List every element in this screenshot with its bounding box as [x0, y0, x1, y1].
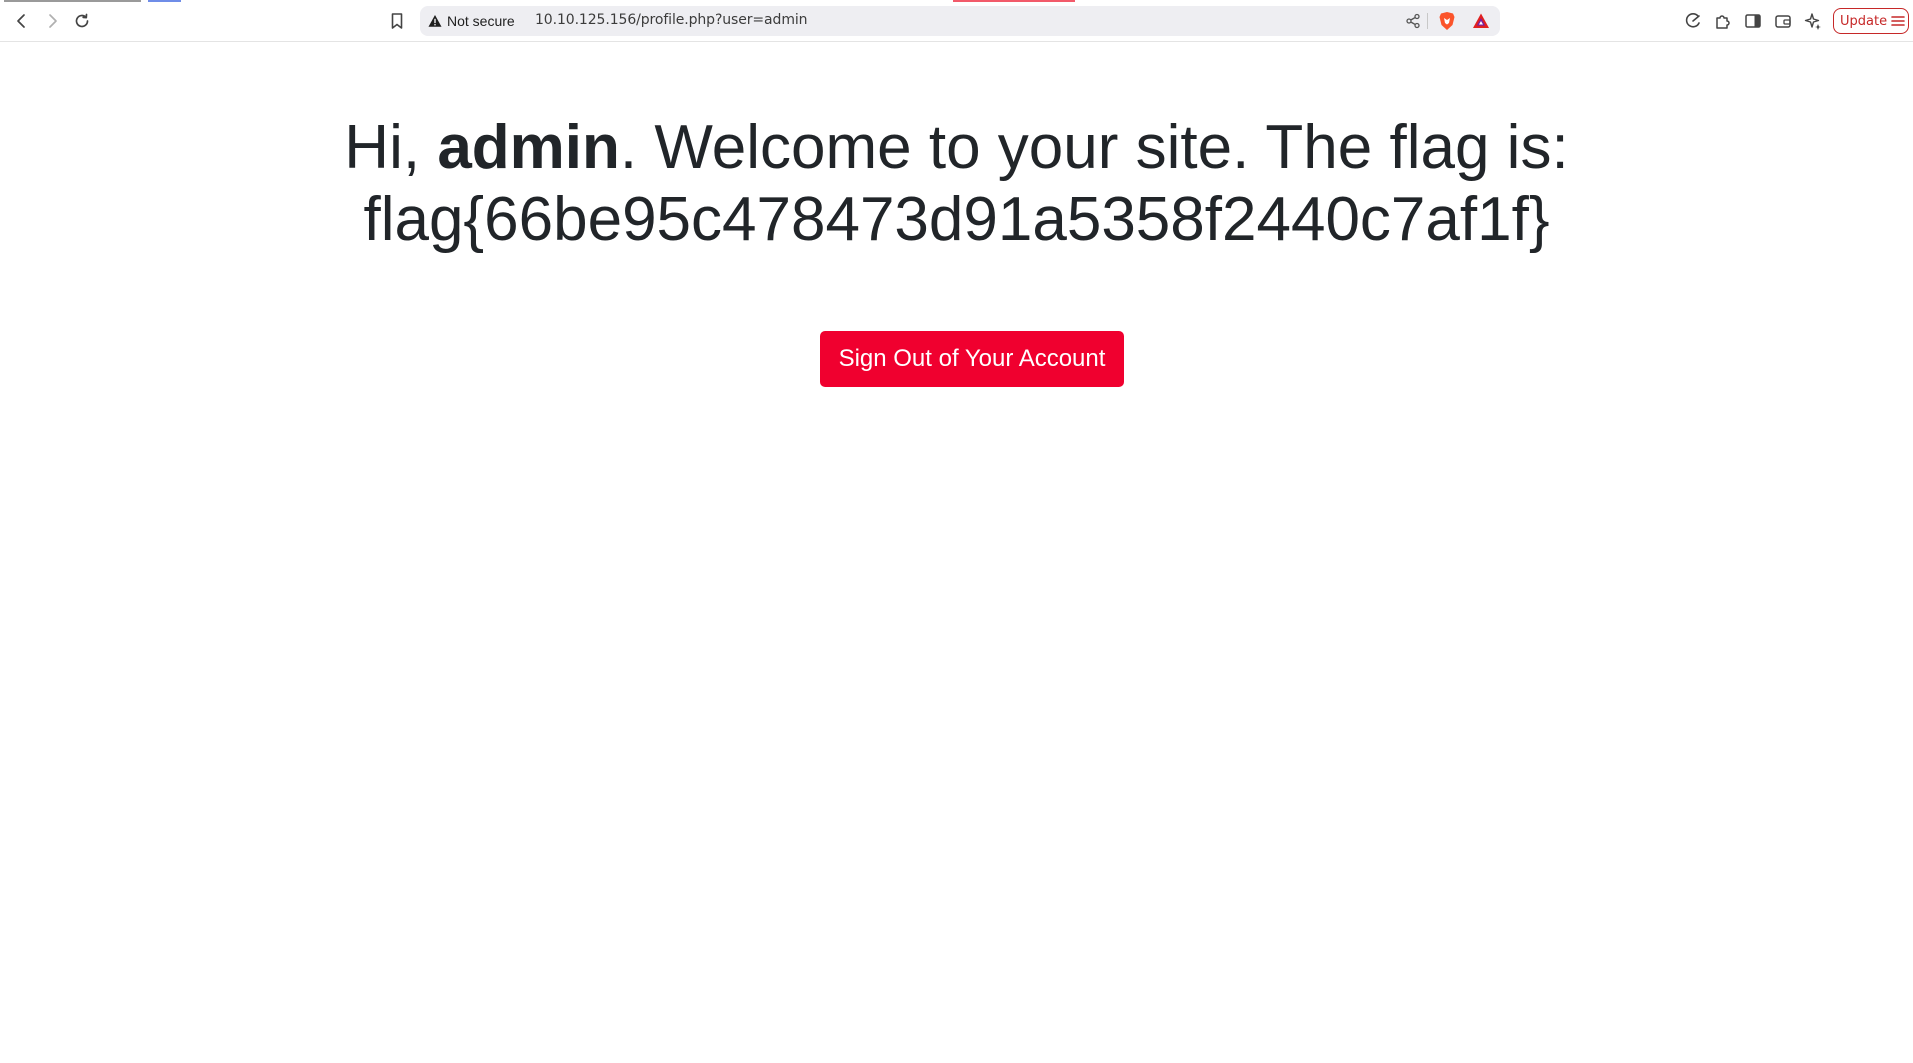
security-indicator[interactable]: Not secure [428, 11, 515, 31]
tab-indicator [148, 0, 181, 2]
puzzle-icon [1716, 15, 1730, 29]
bookmark-icon [391, 13, 403, 29]
tab-indicator [4, 0, 141, 2]
share-icon [1406, 13, 1420, 29]
bookmark-button[interactable] [385, 9, 409, 33]
chevron-left-icon [17, 14, 25, 28]
sidebar-button[interactable] [1741, 9, 1765, 33]
brave-shields-button[interactable] [1438, 10, 1456, 32]
brave-rewards-button[interactable] [1472, 10, 1490, 32]
url-text[interactable]: 10.10.125.156/profile.php?user=admin [535, 12, 808, 28]
greeting-prefix: Hi, [344, 113, 421, 182]
flag-value: flag{66be95c478473d91a5358f2440c7af1f} [363, 185, 1550, 254]
security-label: Not secure [447, 13, 515, 29]
page-content: Hi, admin. Welcome to your site. The fla… [0, 42, 1913, 1063]
back-button[interactable] [10, 9, 34, 33]
tab-strip [0, 0, 1913, 2]
greeting-suffix: . Welcome to your site. The flag is: [619, 113, 1569, 182]
extensions-button[interactable] [1711, 9, 1735, 33]
reload-icon [75, 13, 89, 28]
chevron-right-icon [49, 14, 57, 28]
tab-indicator [953, 0, 1075, 2]
welcome-heading: Hi, admin. Welcome to your site. The fla… [0, 112, 1913, 256]
update-button[interactable]: Update [1833, 8, 1909, 34]
wallet-icon [1775, 15, 1791, 28]
address-bar[interactable]: Not secure 10.10.125.156/profile.php?use… [420, 6, 1500, 36]
browser-toolbar: Not secure 10.10.125.156/profile.php?use… [0, 0, 1913, 42]
leo-icon [1685, 13, 1700, 28]
bat-triangle-icon [1473, 13, 1489, 28]
update-label: Update [1840, 13, 1888, 29]
leo-sparkle-button[interactable] [1801, 9, 1825, 33]
divider [1427, 13, 1428, 29]
hamburger-menu-icon [1891, 16, 1905, 26]
wallet-button[interactable] [1771, 9, 1795, 33]
leo-ai-button[interactable] [1681, 9, 1705, 33]
warning-icon [428, 15, 442, 27]
username: admin [437, 113, 620, 182]
brave-lion-icon [1439, 12, 1455, 30]
sign-out-button[interactable]: Sign Out of Your Account [820, 331, 1124, 387]
sparkle-icon [1804, 13, 1821, 30]
share-button[interactable] [1405, 10, 1421, 32]
reload-button[interactable] [70, 9, 94, 33]
sidebar-icon [1745, 14, 1761, 28]
forward-button[interactable] [40, 9, 64, 33]
